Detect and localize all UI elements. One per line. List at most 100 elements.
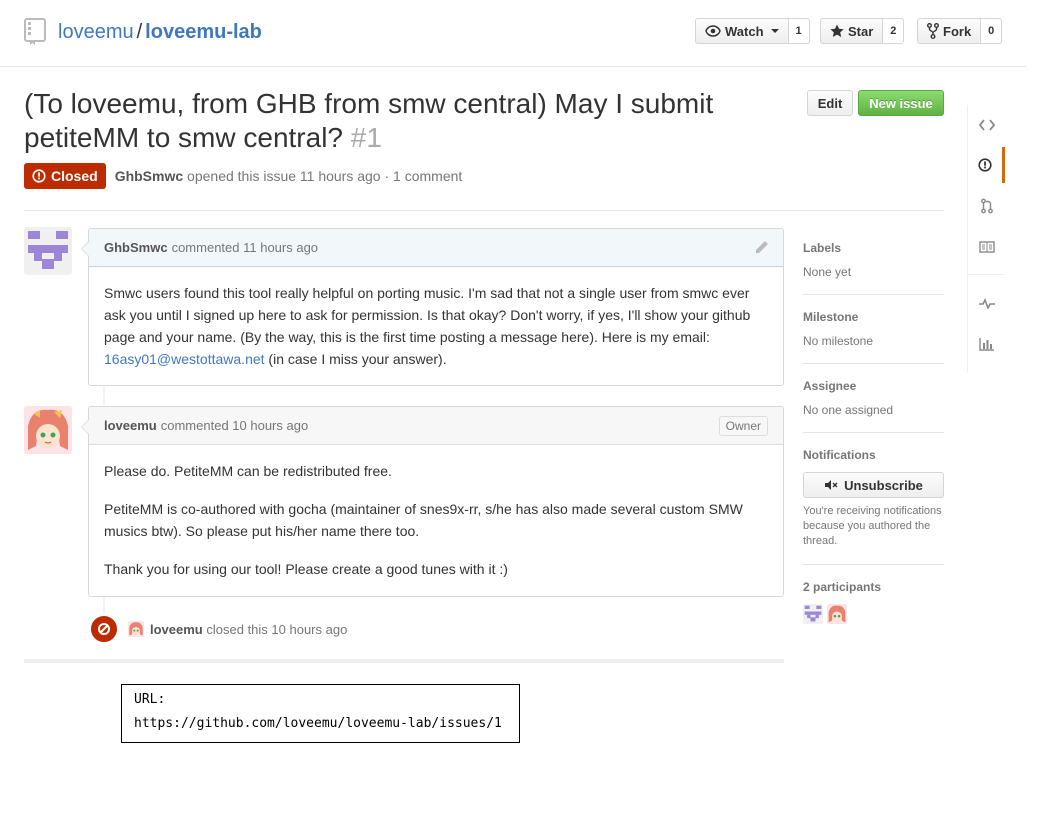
star-group: Star 2 [820,18,905,44]
pull-request-icon [980,198,993,214]
comment-text-end: (in case I miss your answer). [264,351,447,367]
nav-code[interactable] [968,107,1005,143]
repo-title: loveemu / loveemu-lab [58,21,262,44]
new-issue-button[interactable]: New issue [858,90,944,116]
comment-text: Smwc users found this tool really helpfu… [104,285,751,345]
milestone-heading: Milestone [803,310,859,324]
graph-icon [978,338,994,351]
notification-reason: You're receiving notifications because y… [803,505,942,547]
comment-arrow [81,241,89,257]
comment-paragraph: Please do. PetiteMM can be redistributed… [104,463,392,479]
participant-avatar-ghbsmwc[interactable] [803,604,823,624]
chevron-down-icon [770,29,779,33]
book-icon [978,241,995,253]
nav-pulse[interactable] [968,285,1005,321]
watch-button[interactable]: Watch [695,18,789,44]
labels-value: None yet [803,265,852,279]
comment-time[interactable]: commented 11 hours ago [172,240,318,255]
fork-button[interactable]: Fork [917,18,982,44]
avatar-loveemu[interactable] [24,406,72,454]
fork-count[interactable]: 0 [981,18,1003,44]
repo-header: loveemu / loveemu-lab Watch 1 Star 2 Fork … [0,0,1026,67]
star-button[interactable]: Star [820,18,884,44]
issue-meta-detail: opened this issue 11 hours ago · 1 comme… [187,168,463,184]
assignee-value: No one assigned [803,403,894,417]
comment-ghbsmwc: GhbSmwc commented 11 hours ago Smwc user… [81,228,784,386]
milestone-value: No milestone [803,334,874,348]
sidebar-participants: 2 participants [803,565,944,639]
comment-paragraph: Thank you for using our tool! Please cre… [104,561,508,577]
nav-graphs[interactable] [968,326,1005,362]
comment-header: loveemu commented 10 hours ago Owner [89,407,783,445]
sidebar-assignee: Assignee No one assigned [803,364,944,433]
owner-badge: Owner [718,416,768,436]
comment-loveemu: loveemu commented 10 hours ago Owner Ple… [81,406,784,597]
repo-name-link[interactable]: loveemu-lab [145,21,262,43]
unsubscribe-button[interactable]: Unsubscribe [803,472,944,498]
comment-arrow [81,419,89,435]
comment-time[interactable]: commented 10 hours ago [161,418,308,433]
watch-label: Watch [725,23,764,39]
avatar-ghbsmwc[interactable] [24,227,72,275]
repo-icon [24,18,46,45]
event-actor[interactable]: loveemu [150,622,203,637]
repo-owner-link[interactable]: loveemu [58,21,134,43]
issue-title: (To loveemu, from GHB from smw central) … [24,87,784,155]
watch-group: Watch 1 [695,18,810,44]
labels-heading: Labels [803,241,842,255]
issue-opened-icon [978,158,992,172]
repo-title-separator: / [136,21,143,43]
pulse-icon [978,298,995,309]
issue-sidebar: Labels None yet Milestone No milestone A… [803,226,944,639]
fork-icon [927,23,939,39]
email-link[interactable]: 16asy01@westottawa.net [104,351,265,367]
nav-issues[interactable] [968,147,1005,183]
sidebar-labels: Labels None yet [803,226,944,295]
status-badge: Closed [24,163,106,189]
nav-wiki[interactable] [968,229,1005,265]
participants-heading: 2 participants [803,580,882,594]
comment-body: Please do. PetiteMM can be redistributed… [89,445,783,595]
participant-avatars [803,604,944,624]
fork-group: Fork 0 [917,18,1003,44]
fork-label: Fork [943,23,972,39]
comment-author[interactable]: loveemu [104,418,157,433]
star-icon [830,24,844,37]
anime-avatar [24,406,72,454]
closed-event: loveemu closed this 10 hours ago [89,614,347,644]
comment-header: GhbSmwc commented 11 hours ago [89,229,783,267]
repo-nav [967,105,1005,373]
assignee-heading: Assignee [803,379,857,393]
watch-count[interactable]: 1 [788,18,810,44]
comment-paragraph: Smwc users found this tool really helpfu… [104,282,768,370]
star-label: Star [848,23,874,39]
event-text: loveemu closed this 10 hours ago [150,622,347,637]
unsubscribe-label: Unsubscribe [844,477,923,493]
notifications-heading: Notifications [803,448,876,462]
issue-closed-icon [32,169,46,183]
issue-author-link[interactable]: GhbSmwc [115,168,183,184]
event-detail: closed this 10 hours ago [206,621,348,637]
pencil-icon[interactable] [753,240,769,256]
timeline-end-divider [24,659,784,663]
comment-paragraph: PetiteMM is co-authored with gocha (main… [104,501,743,539]
star-count[interactable]: 2 [883,18,905,44]
comment-author[interactable]: GhbSmwc [104,240,168,255]
edit-button[interactable]: Edit [807,90,853,116]
url-box: URL: https://github.com/loveemu/loveemu-… [121,684,520,743]
identicon-avatar [24,227,72,275]
sidebar-milestone: Milestone No milestone [803,295,944,364]
nav-pull-requests[interactable] [968,188,1005,224]
circle-slash-icon [89,614,119,644]
status-label: Closed [51,168,98,184]
url-value: https://github.com/loveemu/loveemu-lab/i… [134,716,502,731]
issue-meta-text: GhbSmwc opened this issue 11 hours ago ·… [115,168,463,184]
nav-separator [968,274,1005,275]
mute-icon [825,480,838,490]
issue-number: #1 [350,122,382,153]
participant-avatar-loveemu[interactable] [827,604,847,624]
title-divider [24,210,944,211]
event-avatar[interactable] [128,621,144,637]
url-label: URL: [134,692,166,707]
sidebar-notifications: Notifications Unsubscribe You're receivi… [803,433,944,565]
